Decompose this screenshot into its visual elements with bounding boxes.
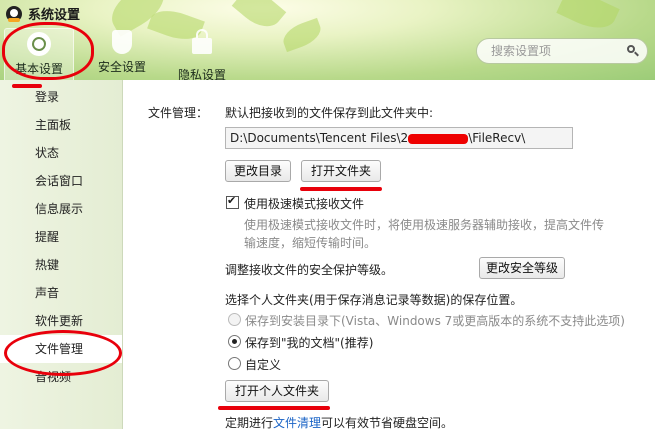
- tab-basic-settings[interactable]: 基本设置: [4, 28, 74, 80]
- tab-label: 隐私设置: [177, 68, 226, 80]
- sidebar: 登录 主面板 状态 会话窗口 信息展示 提醒 热键 声音 软件更新 文件管理 音…: [0, 80, 123, 429]
- open-folder-button[interactable]: 打开文件夹: [301, 160, 381, 182]
- path-prefix: D:\Documents\Tencent Files\2: [230, 131, 409, 145]
- radio-install-dir[interactable]: [228, 313, 241, 326]
- sidebar-item-main-panel[interactable]: 主面板: [0, 111, 122, 139]
- radio-install-dir-label[interactable]: 保存到安装目录下(Vista、Windows 7或更高版本的系统不支持此选项): [245, 312, 625, 329]
- sidebar-item-hotkeys[interactable]: 热键: [0, 251, 122, 279]
- search-box[interactable]: [476, 38, 648, 64]
- shield-icon: [112, 30, 132, 54]
- leaf-decoration: [279, 17, 325, 53]
- open-personal-folder-button[interactable]: 打开个人文件夹: [225, 380, 329, 402]
- settings-header: 系统设置 基本设置 安全设置 隐私设置: [0, 0, 655, 80]
- tab-security-settings[interactable]: 安全设置: [88, 28, 156, 80]
- sidebar-item-login[interactable]: 登录: [0, 83, 122, 111]
- radio-custom-label[interactable]: 自定义: [245, 356, 281, 373]
- change-directory-button[interactable]: 更改目录: [225, 160, 291, 182]
- sidebar-item-reminder[interactable]: 提醒: [0, 223, 122, 251]
- qq-logo-icon: [6, 5, 22, 22]
- sidebar-item-status[interactable]: 状态: [0, 139, 122, 167]
- fast-mode-desc-line2: 输速度，缩短传输时间。: [244, 236, 377, 250]
- fast-mode-desc-line1: 使用极速模式接收文件时，将使用极速服务器辅助接收，提高文件传: [244, 218, 605, 232]
- title-bar: 系统设置: [6, 4, 80, 23]
- radio-custom[interactable]: [228, 357, 241, 370]
- path-suffix: \FileRecv\: [468, 131, 526, 145]
- radio-my-documents-label[interactable]: 保存到"我的文档"(推荐): [245, 334, 373, 351]
- fast-mode-checkbox[interactable]: [226, 194, 239, 209]
- sidebar-item-audio-video[interactable]: 音视频: [0, 363, 122, 391]
- cleanup-suffix: 可以有效节省硬盘空间。: [321, 416, 454, 430]
- lock-icon: [192, 29, 212, 54]
- receive-path-field[interactable]: D:\Documents\Tencent Files\2 \FileRecv\: [225, 127, 573, 149]
- redaction-mark: [408, 133, 469, 144]
- gear-icon: [27, 32, 51, 56]
- leaf-decoration: [556, 0, 620, 37]
- change-security-level-button[interactable]: 更改安全等级: [479, 257, 565, 279]
- cleanup-prefix: 定期进行: [225, 416, 274, 430]
- window-title: 系统设置: [28, 8, 81, 23]
- sidebar-item-software-update[interactable]: 软件更新: [0, 307, 122, 335]
- radio-my-documents[interactable]: [228, 335, 241, 348]
- sidebar-item-file-management[interactable]: 文件管理: [0, 335, 122, 363]
- tab-label: 安全设置: [97, 60, 146, 74]
- tab-label: 基本设置: [14, 62, 63, 76]
- sidebar-item-sound[interactable]: 声音: [0, 279, 122, 307]
- personal-folder-text: 选择个人文件夹(用于保存消息记录等数据)的保存位置。: [225, 293, 523, 307]
- sidebar-item-info-display[interactable]: 信息展示: [0, 195, 122, 223]
- file-management-panel: 文件管理： 默认把接收到的文件保存到此文件夹中: D:\Documents\Te…: [123, 80, 655, 431]
- security-level-text: 调整接收文件的安全保护等级。: [225, 263, 394, 277]
- search-icon[interactable]: [627, 45, 639, 57]
- cleanup-hint: 定期进行文件清理可以有效节省硬盘空间。: [225, 414, 453, 431]
- tab-privacy-settings[interactable]: 隐私设置: [168, 28, 236, 80]
- save-location-description: 默认把接收到的文件保存到此文件夹中:: [225, 106, 434, 120]
- fast-mode-label[interactable]: 使用极速模式接收文件: [244, 195, 364, 212]
- sidebar-item-chat-window[interactable]: 会话窗口: [0, 167, 122, 195]
- section-label: 文件管理：: [148, 106, 209, 120]
- leaf-decoration: [231, 0, 287, 36]
- search-input[interactable]: [489, 43, 623, 59]
- file-cleanup-link[interactable]: 文件清理: [273, 416, 321, 430]
